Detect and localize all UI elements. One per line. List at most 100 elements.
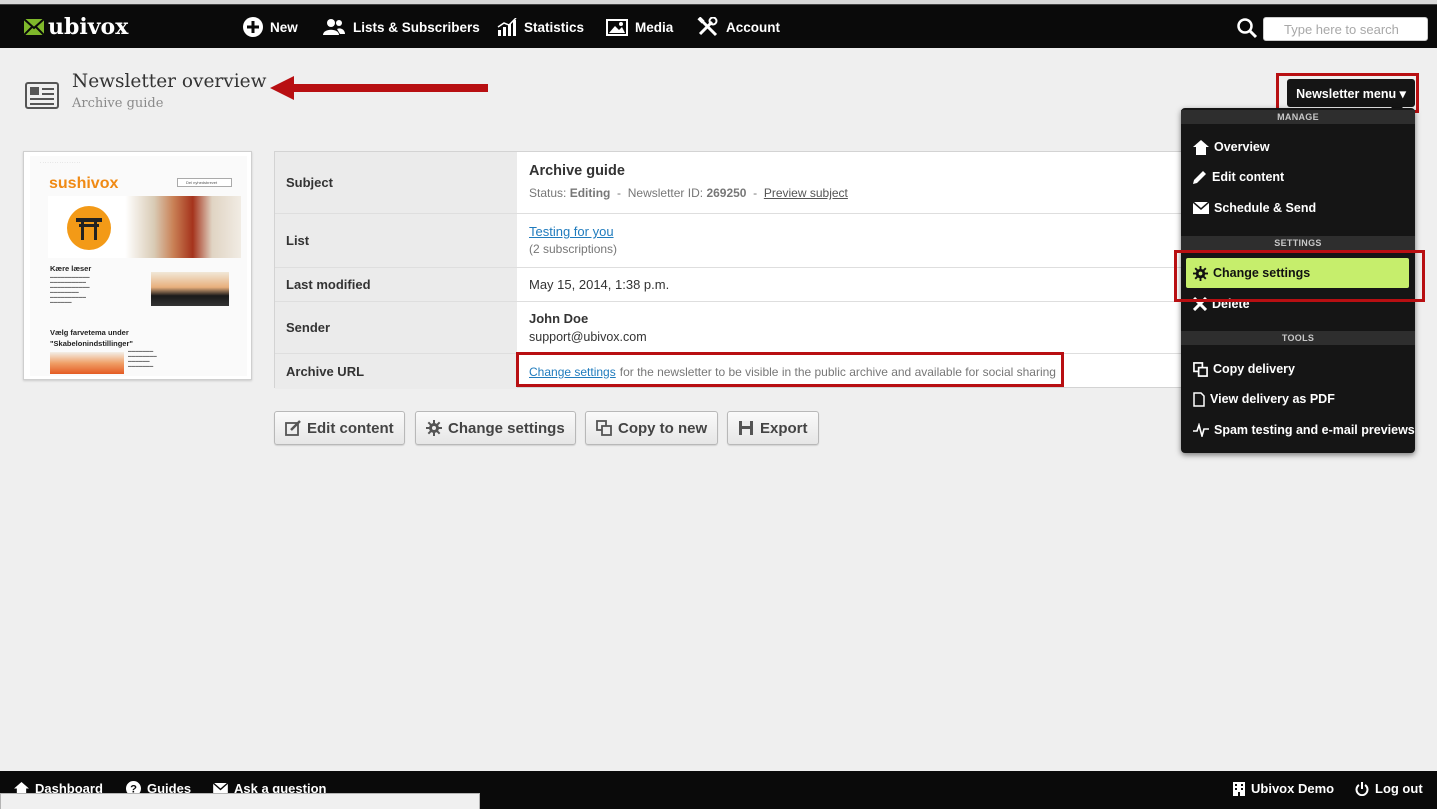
nav-lists-label: Lists & Subscribers xyxy=(353,19,480,35)
list-subscription-count: (2 subscriptions) xyxy=(529,242,618,256)
menu-item-copy-delivery[interactable]: Copy delivery xyxy=(1193,359,1295,379)
ubivox-logo[interactable]: ubivox xyxy=(24,14,128,40)
details-row-subject: Subject Archive guide Status: Editing - … xyxy=(275,152,1185,214)
newsletter-icon xyxy=(25,82,59,109)
archive-change-settings-link[interactable]: Change settings xyxy=(529,365,616,379)
top-navigation-bar: ubivox New Lists & Subscribers Statistic… xyxy=(0,4,1437,48)
last-modified-value: May 15, 2014, 1:38 p.m. xyxy=(529,277,670,292)
menu-schedule-send-label: Schedule & Send xyxy=(1214,201,1317,215)
building-icon xyxy=(1233,781,1245,796)
nav-account[interactable]: Account xyxy=(697,5,780,49)
nav-new[interactable]: New xyxy=(243,5,298,49)
delete-icon xyxy=(1193,297,1207,311)
menu-item-change-settings[interactable]: Change settings xyxy=(1186,258,1409,288)
edit-content-label: Edit content xyxy=(307,419,394,437)
nav-statistics[interactable]: Statistics xyxy=(497,5,584,49)
meta-separator-2: - xyxy=(749,186,761,200)
newsletter-menu-label: Newsletter menu ▾ xyxy=(1296,86,1406,101)
nav-new-label: New xyxy=(270,19,298,35)
menu-view-pdf-label: View delivery as PDF xyxy=(1210,392,1335,406)
plus-circle-icon xyxy=(243,17,263,37)
torii-gate-icon xyxy=(76,218,102,240)
nav-media[interactable]: Media xyxy=(606,5,673,49)
footer-account-link[interactable]: Ubivox Demo xyxy=(1233,781,1334,796)
copy-to-new-button[interactable]: Copy to new xyxy=(585,411,719,445)
annotation-arrow xyxy=(270,76,488,100)
subject-value: Archive guide xyxy=(529,163,625,179)
nav-media-label: Media xyxy=(635,19,674,35)
subject-label: Subject xyxy=(275,152,517,213)
thumbnail-paragraph-2: ▬▬▬▬▬▬▬ ▬▬▬▬▬▬▬▬ ▬▬▬▬▬▬ ▬▬▬▬▬▬▬ xyxy=(128,349,157,368)
picture-icon xyxy=(606,19,628,36)
menu-item-edit-content[interactable]: Edit content xyxy=(1193,167,1284,187)
meta-separator: - xyxy=(613,186,625,200)
browser-status-bar xyxy=(0,793,480,809)
envelope-logo-icon xyxy=(24,19,44,35)
gear-icon xyxy=(426,420,442,436)
search-input[interactable] xyxy=(1263,17,1428,41)
search-icon[interactable] xyxy=(1236,17,1258,39)
last-modified-label: Last modified xyxy=(275,268,517,301)
list-link[interactable]: Testing for you xyxy=(529,224,1185,239)
newsletter-id-prefix: Newsletter ID: xyxy=(627,186,704,200)
copy-icon xyxy=(1193,361,1208,377)
thumbnail-sushi-image-2 xyxy=(50,352,124,374)
thumbnail-paragraph-1: ▬▬▬▬▬▬▬▬▬▬▬ ▬▬▬▬▬▬▬▬▬▬ ▬▬▬▬▬▬▬▬▬▬▬ ▬▬▬▬▬▬▬▬… xyxy=(50,275,90,304)
preview-subject-link[interactable]: Preview subject xyxy=(764,186,848,200)
envelope-icon xyxy=(1193,202,1209,214)
archive-url-label: Archive URL xyxy=(275,354,517,389)
menu-item-spam-testing[interactable]: Spam testing and e-mail previews xyxy=(1193,420,1415,440)
thumbnail-subscribe-button: Del nyhedsbrevet xyxy=(177,178,232,187)
newsletter-id: 269250 xyxy=(706,186,747,200)
subject-meta: Status: Editing - Newsletter ID: 269250 … xyxy=(529,186,1185,200)
footer-logout-label: Log out xyxy=(1375,781,1423,796)
sender-name: John Doe xyxy=(529,311,589,326)
menu-delete-label: Delete xyxy=(1212,297,1250,311)
thumbnail-heading-1: Kære læser xyxy=(50,264,92,273)
power-icon xyxy=(1355,781,1369,796)
logo-text: ubivox xyxy=(48,14,129,40)
gear-icon xyxy=(1193,265,1208,281)
home-icon xyxy=(1193,139,1209,155)
nav-statistics-label: Statistics xyxy=(524,19,585,35)
last-modified-value-cell: May 15, 2014, 1:38 p.m. xyxy=(517,268,1185,301)
pulse-icon xyxy=(1193,423,1209,437)
menu-overview-label: Overview xyxy=(1214,140,1270,154)
newsletter-thumbnail[interactable]: · · · · · · · · · · · · · · · · · sushiv… xyxy=(23,151,252,380)
change-settings-button[interactable]: Change settings xyxy=(415,411,576,445)
export-label: Export xyxy=(760,419,808,437)
edit-content-button[interactable]: Edit content xyxy=(274,411,405,445)
floppy-disk-icon xyxy=(739,421,753,435)
export-button[interactable]: Export xyxy=(727,411,819,445)
edit-icon xyxy=(285,420,301,436)
menu-spam-testing-label: Spam testing and e-mail previews xyxy=(1214,423,1415,437)
status-prefix: Status: xyxy=(529,186,567,200)
thumbnail-canvas: · · · · · · · · · · · · · · · · · sushiv… xyxy=(30,156,247,376)
sender-value-cell: John Doe support@ubivox.com xyxy=(517,302,1185,353)
archive-url-value-cell: Change settings for the newsletter to be… xyxy=(517,354,1185,389)
archive-note: for the newsletter to be visible in the … xyxy=(619,364,1056,379)
newsletter-details-table: Subject Archive guide Status: Editing - … xyxy=(274,151,1185,389)
menu-item-schedule-send[interactable]: Schedule & Send xyxy=(1193,198,1316,218)
thumbnail-torii-logo xyxy=(67,206,111,250)
menu-item-view-pdf[interactable]: View delivery as PDF xyxy=(1193,389,1335,409)
dropdown-section-tools: TOOLS xyxy=(1181,331,1415,345)
page-subtitle: Archive guide xyxy=(72,96,164,111)
details-row-last-modified: Last modified May 15, 2014, 1:38 p.m. xyxy=(275,268,1185,302)
subject-value-cell: Archive guide Status: Editing - Newslett… xyxy=(517,152,1185,213)
nav-lists-subscribers[interactable]: Lists & Subscribers xyxy=(322,5,480,49)
copy-icon xyxy=(596,420,612,436)
menu-item-overview[interactable]: Overview xyxy=(1193,137,1270,157)
thumbnail-preheader: · · · · · · · · · · · · · · · · · xyxy=(40,160,81,165)
thumbnail-sushi-image-1 xyxy=(151,272,229,306)
footer-logout-link[interactable]: Log out xyxy=(1355,781,1423,796)
change-settings-label: Change settings xyxy=(448,419,565,437)
footer-account-label: Ubivox Demo xyxy=(1251,781,1335,796)
menu-item-delete[interactable]: Delete xyxy=(1193,295,1250,313)
dropdown-section-manage: MANAGE xyxy=(1181,110,1415,124)
nav-account-label: Account xyxy=(726,19,780,35)
menu-copy-delivery-label: Copy delivery xyxy=(1213,362,1295,376)
tools-icon xyxy=(697,17,718,37)
document-icon xyxy=(1193,391,1205,407)
sender-email: support@ubivox.com xyxy=(529,330,647,344)
